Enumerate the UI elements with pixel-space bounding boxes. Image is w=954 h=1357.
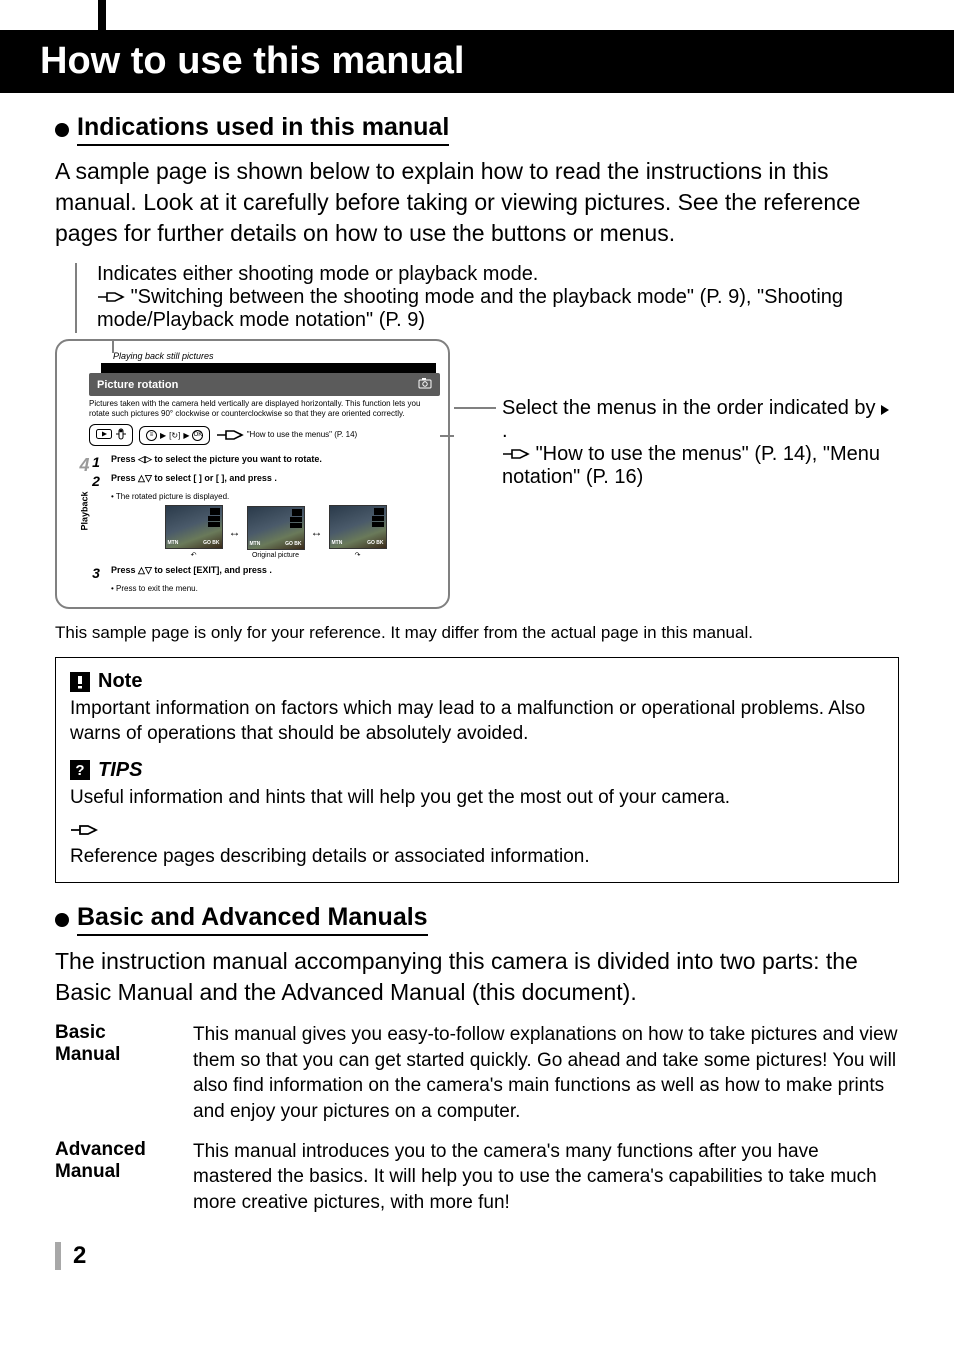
definition-term: Advanced Manual [55, 1139, 175, 1216]
rotate-left-icon: ↶ [191, 551, 197, 559]
section-manuals-title: Basic and Advanced Manuals [77, 903, 428, 936]
section-manuals-body: The instruction manual accompanying this… [55, 946, 899, 1008]
definition-advanced-manual: Advanced Manual This manual introduces y… [55, 1139, 899, 1216]
ok-button-icon: OK [192, 430, 203, 441]
bullet-icon [55, 123, 69, 137]
tips-icon: ? [70, 760, 90, 780]
callout-right-line1: Select the menus in the order indicated … [502, 397, 899, 443]
sample-bar-label: Picture rotation [97, 379, 178, 391]
step-text: Press △▽ to select [EXIT], and press . [111, 565, 440, 581]
menu-path-box: ≡ ▶ [↻] ▶ OK [139, 426, 210, 445]
reference-hand-icon [70, 822, 98, 841]
step-text: Press △▽ to select [ ] or [ ], and press… [111, 473, 440, 489]
reference-hand-icon [216, 427, 244, 443]
reference-body: Reference pages describing details or as… [70, 845, 884, 870]
note-icon [70, 672, 90, 692]
definition-basic-manual: Basic Manual This manual gives you easy-… [55, 1022, 899, 1125]
page-number: 2 [73, 1242, 86, 1270]
note-title: Note [98, 670, 142, 693]
callout-top-line2: "Switching between the shooting mode and… [97, 286, 899, 332]
reference-hand-icon [502, 443, 530, 466]
reference-hand-icon [97, 286, 125, 309]
sample-section-bar: Picture rotation [89, 373, 440, 396]
section-manuals-heading: Basic and Advanced Manuals [55, 903, 899, 936]
sample-step-2: 2 Press △▽ to select [ ] or [ ], and pre… [89, 473, 440, 489]
chevron-right-icon: ▶ [183, 431, 189, 440]
top-tab-strip [55, 0, 899, 30]
section-indications-heading: Indications used in this manual [55, 113, 899, 146]
tips-body: Useful information and hints that will h… [70, 786, 884, 811]
tips-title: TIPS [98, 759, 142, 782]
sample-btn-tail: "How to use the menus" (P. 14) [216, 427, 357, 443]
sample-side-tab: 4 Playback [65, 373, 83, 597]
sample-header-caption: Playing back still pictures [113, 351, 440, 361]
callout-connector-line [454, 407, 496, 409]
sample-step-1: 1 Press ◁▷ to select the picture you wan… [89, 454, 440, 470]
step-number: 3 [89, 565, 103, 581]
sample-step-2-sub: • The rotated picture is displayed. [111, 492, 440, 501]
callout-connector-line [75, 263, 77, 333]
rotate-right-icon: ↷ [355, 551, 361, 559]
sample-page-figure: Playing back still pictures 4 Playback P… [55, 339, 450, 609]
sample-header-strip [101, 363, 436, 373]
playback-icon [96, 429, 112, 441]
definition-term: Basic Manual [55, 1022, 175, 1125]
callout-connector-line [440, 435, 454, 437]
camera-icon [418, 377, 432, 392]
callout-shooting-playback: Indicates either shooting mode or playba… [55, 263, 899, 333]
definition-body: This manual introduces you to the camera… [193, 1139, 899, 1216]
sample-step-3-sub: • Press to exit the menu. [111, 584, 440, 593]
sample-side-label: Playback [80, 491, 90, 530]
page-title-bar: How to use this manual [0, 30, 954, 93]
callout-menu-order: Select the menus in the order indicated … [462, 339, 899, 489]
callout-top-line1: Indicates either shooting mode or playba… [97, 263, 899, 286]
thumbnail-rotated-left: MTN GO BK [165, 505, 223, 549]
section-indications-body: A sample page is shown below to explain … [55, 156, 899, 249]
playback-mode-box [89, 424, 133, 446]
rotate-option-icon: [↻] [169, 431, 180, 440]
arrow-icon: ↔ [311, 525, 323, 539]
indicator-legend-box: Note Important information on factors wh… [55, 657, 899, 883]
page-number-bar [55, 1242, 61, 1270]
sample-step-3: 3 Press △▽ to select [EXIT], and press . [89, 565, 440, 581]
page-number-row: 2 [55, 1242, 899, 1270]
bullet-icon [55, 913, 69, 927]
sample-button-row: ≡ ▶ [↻] ▶ OK "How to use the menus" (P. … [89, 424, 440, 446]
chevron-right-icon: ▶ [160, 431, 166, 440]
thumbnail-original: MTN GO BK [247, 506, 305, 550]
note-body: Important information on factors which m… [70, 697, 884, 746]
sample-disclaimer: This sample page is only for your refere… [55, 623, 899, 643]
sample-thumbnails: MTN GO BK ↶ ↔ MTN GO BK [111, 505, 440, 559]
page-title: How to use this manual [40, 40, 464, 82]
triangle-right-icon [881, 405, 889, 415]
arrow-icon: ↔ [229, 525, 241, 539]
section-indications-title: Indications used in this manual [77, 113, 449, 146]
thumbnail-rotated-right: MTN GO BK [329, 505, 387, 549]
thumbnail-caption: Original picture [252, 552, 299, 559]
menu-button-icon: ≡ [146, 430, 157, 441]
step-number: 1 [89, 454, 103, 470]
switch-lever-icon [116, 428, 126, 442]
step-text: Press ◁▷ to select the picture you want … [111, 454, 440, 470]
definition-body: This manual gives you easy-to-follow exp… [193, 1022, 899, 1125]
sample-paragraph: Pictures taken with the camera held vert… [89, 399, 440, 418]
callout-right-line2: "How to use the menus" (P. 14), "Menu no… [502, 443, 899, 489]
step-number: 2 [89, 473, 103, 489]
